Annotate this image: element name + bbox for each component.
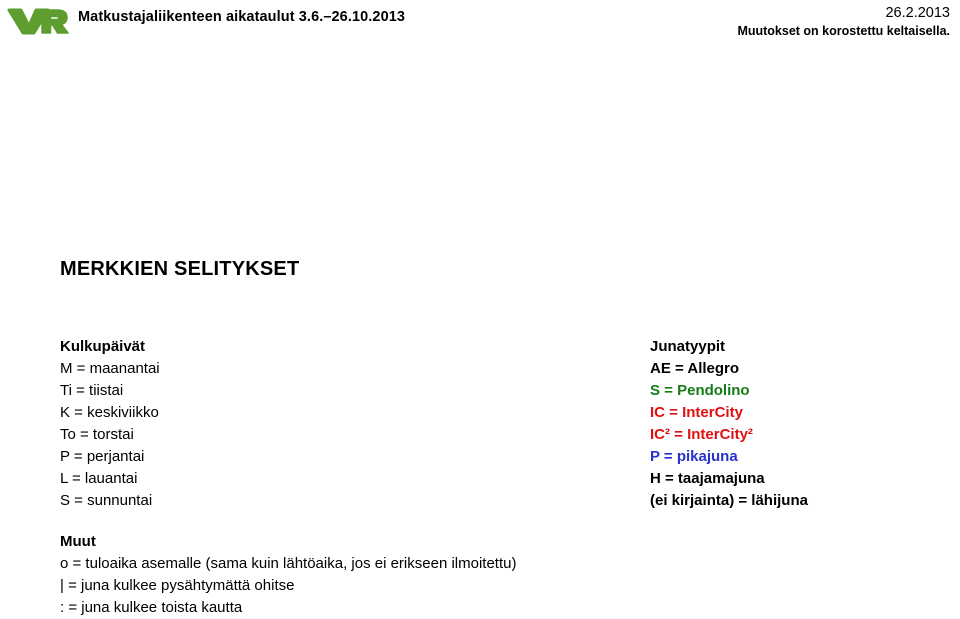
- page-title: MERKKIEN SELITYKSET: [60, 258, 300, 280]
- legend-row-day: To = torstai: [60, 426, 134, 443]
- page-header: Matkustajaliikenteen aikataulut 3.6.–26.…: [0, 0, 960, 46]
- legend-row-train-type: P = pikajuna: [650, 448, 738, 465]
- vr-logo-icon: [6, 6, 70, 36]
- header-title: Matkustajaliikenteen aikataulut 3.6.–26.…: [78, 9, 406, 25]
- legend-row-train-type: AE = Allegro: [650, 360, 740, 377]
- legend-row-train-type: IC² = InterCity²: [650, 426, 753, 443]
- legend-section-days: Kulkupäivät M = maanantai Ti = tiistai K…: [60, 336, 460, 512]
- legend-row-day: S = sunnuntai: [60, 492, 153, 509]
- legend-heading-days: Kulkupäivät: [60, 338, 146, 355]
- legend-heading-other: Muut: [60, 533, 96, 550]
- legend-section-train-types: Junatyypit AE = Allegro S = Pendolino IC…: [650, 336, 950, 512]
- legend-row-train-type: IC = InterCity: [650, 404, 743, 421]
- legend-heading-train-types: Junatyypit: [650, 338, 726, 355]
- legend-row-day: K = keskiviikko: [60, 404, 159, 421]
- legend-row-other: | = juna kulkee pysähtymättä ohitse: [60, 577, 295, 594]
- legend-row-day: P = perjantai: [60, 448, 145, 465]
- legend-row-other: : = juna kulkee toista kautta: [60, 599, 243, 616]
- legend-row-other: o = tuloaika asemalle (sama kuin lähtöai…: [60, 555, 517, 572]
- header-change-note: Muutokset on korostettu keltaisella.: [737, 24, 950, 38]
- header-date: 26.2.2013: [885, 5, 950, 21]
- legend-row-train-type: S = Pendolino: [650, 382, 750, 399]
- legend-row-day: Ti = tiistai: [60, 382, 124, 399]
- legend-row-day: M = maanantai: [60, 360, 160, 377]
- header-right-block: 26.2.2013 Muutokset on korostettu keltai…: [510, 4, 950, 40]
- legend-row-day: L = lauantai: [60, 470, 138, 487]
- legend-row-train-type: H = taajamajuna: [650, 470, 765, 487]
- legend-section-other: Muut o = tuloaika asemalle (sama kuin lä…: [60, 531, 680, 619]
- legend-row-train-type: (ei kirjainta) = lähijuna: [650, 492, 808, 509]
